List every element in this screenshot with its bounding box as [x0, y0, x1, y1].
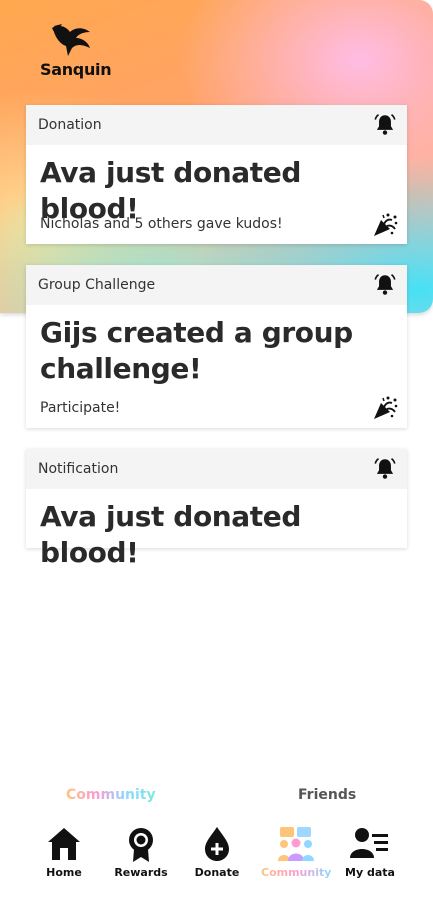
card-title: Gijs created a group challenge!	[40, 316, 353, 385]
rewards-icon	[129, 828, 153, 862]
nav-my-data[interactable]: My data	[335, 826, 405, 879]
party-popper-icon[interactable]	[371, 394, 399, 422]
tab-community[interactable]: Community	[66, 787, 156, 803]
logo-text: Sanquin	[40, 60, 112, 79]
nav-label: Rewards	[114, 866, 168, 879]
participate-link[interactable]: Participate!	[26, 400, 134, 416]
nav-community[interactable]: Community	[261, 826, 331, 879]
bell-icon[interactable]	[372, 456, 398, 482]
card-category: Notification	[38, 461, 119, 477]
nav-label: Community	[261, 866, 332, 879]
card-title: Ava just donated blood!	[40, 156, 302, 225]
pelican-icon	[52, 24, 90, 56]
community-icon	[278, 827, 314, 861]
sanquin-logo: Sanquin	[38, 22, 112, 79]
bell-icon[interactable]	[372, 272, 398, 298]
nav-label: Home	[46, 866, 82, 879]
home-icon	[48, 828, 80, 860]
card-header: Notification	[26, 449, 407, 489]
card-category: Donation	[38, 117, 102, 133]
feed-card-group-challenge[interactable]: Group Challenge Gijs created a group cha…	[26, 265, 407, 428]
card-category: Group Challenge	[38, 277, 156, 293]
nav-rewards[interactable]: Rewards	[106, 826, 176, 879]
card-title: Ava just donated blood!	[40, 500, 302, 569]
nav-label: My data	[345, 866, 395, 879]
party-popper-icon[interactable]	[371, 211, 399, 239]
nav-home[interactable]: Home	[29, 826, 99, 879]
feed-card-donation[interactable]: Donation Ava just donated blood! Nichola…	[26, 105, 407, 244]
feed-card-notification[interactable]: Notification Ava just donated blood!	[26, 449, 407, 569]
tab-friends[interactable]: Friends	[298, 787, 356, 803]
my-data-icon	[350, 828, 388, 858]
card-subtitle[interactable]: Nicholas and 5 others gave kudos!	[26, 216, 297, 232]
card-header: Group Challenge	[26, 265, 407, 305]
card-header: Donation	[26, 105, 407, 145]
bell-icon[interactable]	[372, 112, 398, 138]
nav-label: Donate	[194, 866, 240, 879]
bottom-navigation: Home Rewards Donate Community My data	[0, 826, 433, 886]
donate-icon	[205, 827, 229, 861]
nav-donate[interactable]: Donate	[182, 826, 252, 879]
community-subtabs: Community Friends	[0, 787, 433, 807]
